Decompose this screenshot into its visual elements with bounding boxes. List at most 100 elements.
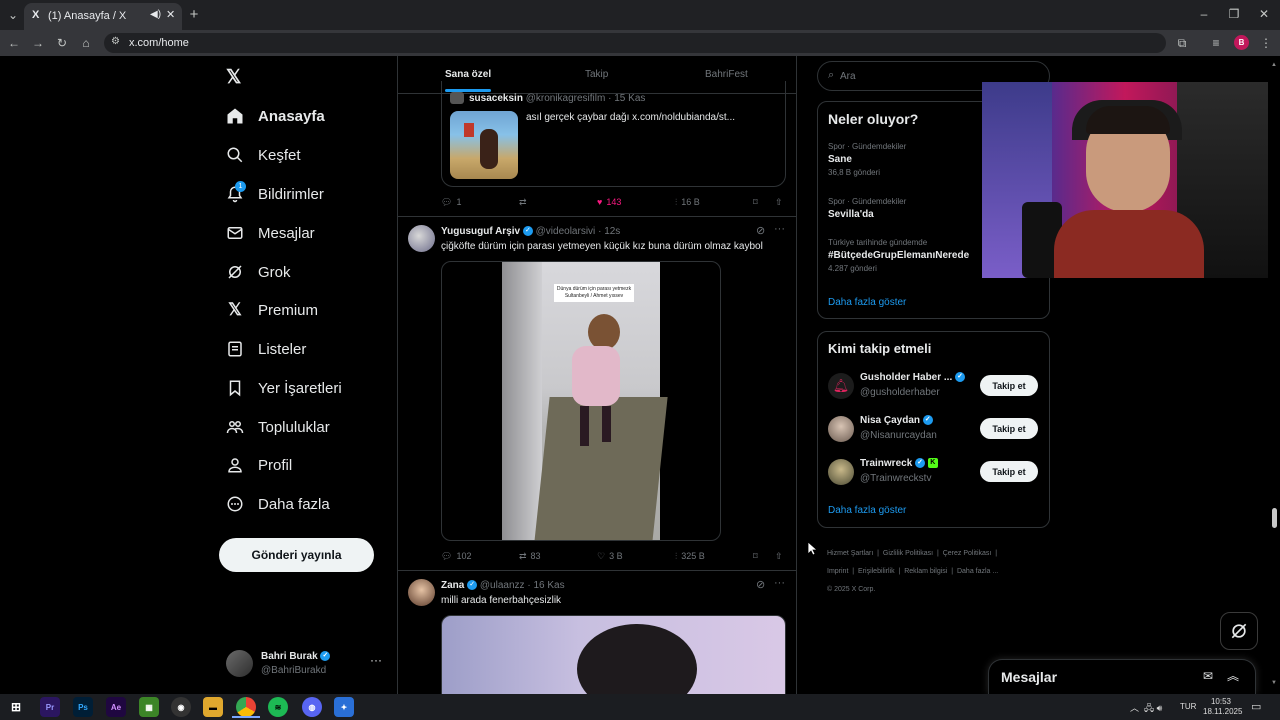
windows-start-icon[interactable]: ⊞ (6, 697, 26, 717)
reload-icon[interactable]: ↻ (54, 35, 70, 51)
omnibox[interactable]: ⚙ x.com/home (104, 33, 1166, 53)
footer-link-more[interactable]: Daha fazla ... (957, 568, 998, 575)
nav-item-more[interactable]: Daha fazla (226, 489, 330, 519)
scrollbar[interactable]: ▲ ▼ (1271, 62, 1277, 690)
scroll-up-icon[interactable]: ▲ (1271, 62, 1277, 68)
nav-item-premium[interactable]: 𝕏 Premium (226, 295, 318, 325)
messages-dock[interactable]: Mesajlar ✉ ︽ (988, 659, 1256, 694)
media-icon[interactable]: ≡ (1208, 35, 1224, 51)
show-more-link[interactable]: Daha fazla göster (828, 297, 906, 308)
footer-link-privacy[interactable]: Gizlilik Politikası (883, 550, 933, 557)
follow-suggestion[interactable]: Nisa Çaydan ✓ @Nisanurcaydan Takip et (828, 415, 1043, 445)
premiere-icon[interactable]: Pr (40, 697, 60, 717)
grok-floating-button[interactable] (1220, 612, 1258, 650)
footer-link-terms[interactable]: Hizmet Şartları (827, 550, 873, 557)
new-tab-icon[interactable]: + (186, 7, 202, 23)
quoted-thumbnail[interactable] (450, 111, 518, 179)
post2-avatar[interactable] (408, 579, 435, 606)
footer-link-accessibility[interactable]: Erişilebilirlik (858, 568, 895, 575)
scrollbar-thumb[interactable] (1272, 508, 1277, 528)
post1-video[interactable]: Dünya dürüm için parası yetmezk Sultanbe… (441, 261, 721, 541)
post1-avatar[interactable] (408, 225, 435, 252)
restore-icon[interactable]: ❐ (1226, 6, 1242, 22)
file-explorer-icon[interactable]: ▬ (203, 697, 223, 717)
tab-for-you[interactable]: Sana özel (445, 69, 491, 80)
chrome-icon[interactable] (236, 697, 256, 717)
language-indicator[interactable]: TUR (1180, 702, 1196, 711)
views-button[interactable]: ⫶ 16 B (675, 197, 700, 208)
post2-media[interactable] (441, 615, 786, 694)
footer-link-ads[interactable]: Reklam bilgisi (904, 568, 947, 575)
back-icon[interactable]: ← (6, 35, 22, 51)
scroll-down-icon[interactable]: ▼ (1271, 680, 1277, 686)
repost-button[interactable]: ⇄ (519, 197, 527, 208)
discord-icon[interactable]: ◍ (302, 697, 322, 717)
post2-name[interactable]: Zana (441, 580, 464, 591)
network-icon[interactable]: 🖧︎ (1144, 703, 1154, 713)
nav-item-lists[interactable]: Listeler (226, 334, 306, 364)
nav-item-grok[interactable]: Grok (226, 257, 291, 287)
x-logo-icon[interactable]: 𝕏 (226, 66, 246, 88)
views-button[interactable]: ⫶ 325 B (675, 551, 705, 562)
forward-icon[interactable]: → (30, 35, 46, 51)
volume-icon[interactable]: 🔊︎ (1157, 703, 1163, 713)
post1-handle[interactable]: @videolarsivi (536, 226, 596, 237)
post1-name[interactable]: Yugusuguf Arşiv (441, 226, 520, 237)
post-button[interactable]: Gönderi yayınla (219, 538, 374, 572)
browser-tab[interactable]: X (1) Anasayfa / X ◀) ✕ (24, 3, 182, 30)
tab-following[interactable]: Takip (585, 69, 608, 80)
new-message-icon[interactable]: ✉ (1203, 669, 1213, 683)
quoted-post[interactable]: susaceksin @kronikagresifilm · 15 Kas as… (441, 81, 786, 187)
reply-button[interactable]: 💬︎ 1 (441, 197, 461, 208)
minecraft-icon[interactable]: ▦ (139, 697, 159, 717)
post-more-icon[interactable]: ··· (774, 223, 785, 235)
tab-close-icon[interactable]: ✕ (166, 8, 175, 21)
follow-button[interactable]: Takip et (980, 375, 1038, 396)
footer-link-imprint[interactable]: Imprint (827, 568, 848, 575)
grok-action-icon[interactable]: ⊘ (756, 578, 765, 591)
follow-button[interactable]: Takip et (980, 418, 1038, 439)
collapse-up-icon[interactable]: ︽ (1227, 667, 1239, 684)
nav-item-messages[interactable]: Mesajlar (226, 218, 315, 248)
home-button-icon[interactable]: ⌂ (78, 35, 94, 51)
notification-center-icon[interactable]: ▭ (1251, 700, 1261, 713)
window-close-icon[interactable]: ✕ (1256, 6, 1272, 22)
clock[interactable]: 10:53 18.11.2025 (1203, 697, 1242, 717)
bookmark-button[interactable]: ⌑ (753, 551, 758, 562)
footer-link-cookies[interactable]: Çerez Politikası (943, 550, 992, 557)
extensions-icon[interactable]: ⧉ (1174, 35, 1190, 51)
like-button[interactable]: ♥ 143 (597, 197, 621, 207)
after-effects-icon[interactable]: Ae (106, 697, 126, 717)
share-button[interactable]: ⇧ (775, 197, 783, 208)
nav-item-explore[interactable]: Keşfet (226, 140, 301, 170)
nav-item-home[interactable]: Anasayfa (226, 101, 325, 131)
follow-suggestion[interactable]: Trainwreck ✓ K @Trainwreckstv Takip et (828, 458, 1043, 488)
nav-item-profile[interactable]: Profil (226, 450, 292, 480)
like-button[interactable]: ♡ 3 B (597, 551, 623, 562)
obs-icon[interactable]: ◉ (171, 697, 191, 717)
nav-item-communities[interactable]: Topluluklar (226, 412, 330, 442)
photoshop-icon[interactable]: Ps (73, 697, 93, 717)
bookmark-button[interactable]: ⌑ (753, 197, 758, 208)
post2-handle[interactable]: @ulaanzz (480, 580, 525, 591)
show-more-link[interactable]: Daha fazla göster (828, 505, 906, 516)
spotify-icon[interactable]: ≋ (268, 697, 288, 717)
site-info-icon[interactable]: ⚙ (111, 36, 120, 47)
nav-item-bookmarks[interactable]: Yer İşaretleri (226, 373, 342, 403)
grok-action-icon[interactable]: ⊘ (756, 224, 765, 237)
post-more-icon[interactable]: ··· (774, 577, 785, 589)
tab-search-icon[interactable]: ⌄ (5, 7, 21, 23)
tab-bahrifest[interactable]: BahriFest (705, 69, 748, 80)
repost-button[interactable]: ⇄ 83 (519, 551, 541, 562)
more-dots-icon[interactable]: ··· (370, 653, 382, 667)
share-button[interactable]: ⇧ (775, 551, 783, 562)
account-switcher[interactable]: Bahri Burak ✓ @BahriBurakd ··· (226, 648, 386, 678)
reply-button[interactable]: 💬︎ 102 (441, 551, 471, 562)
nav-item-notifications[interactable]: 1 Bildirimler (226, 179, 324, 209)
follow-suggestion[interactable]: 🔔︎ Gusholder Haber ... ✓ @gusholderhaber… (828, 372, 1043, 402)
menu-kebab-icon[interactable]: ⋮ (1258, 35, 1274, 51)
profile-avatar[interactable]: B (1234, 35, 1249, 50)
app-icon[interactable]: ✦ (334, 697, 354, 717)
tray-expand-icon[interactable]: ︿ (1130, 703, 1139, 713)
minimize-icon[interactable]: – (1196, 6, 1212, 22)
